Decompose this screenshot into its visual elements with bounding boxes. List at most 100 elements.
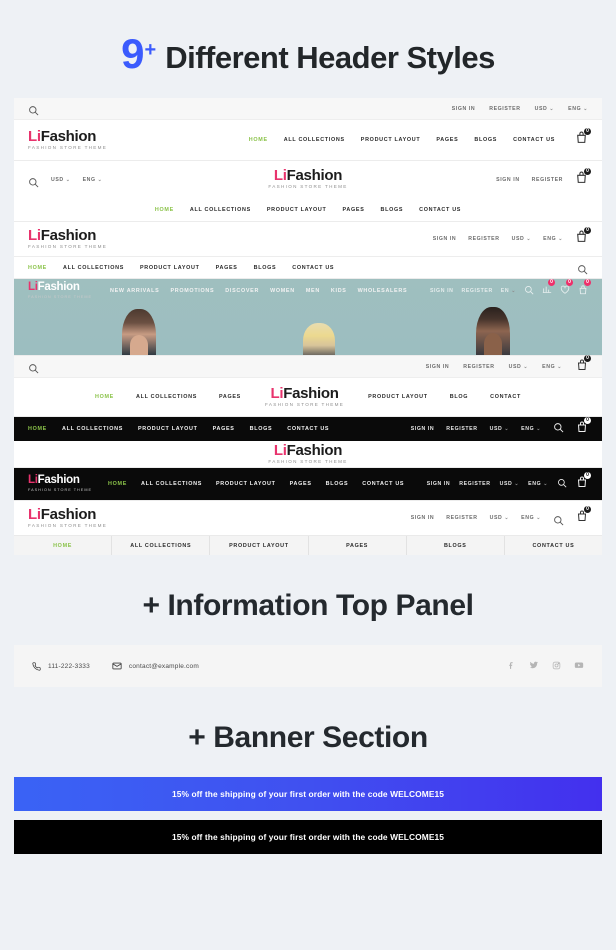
nav-item-blogs[interactable]: BLOGS (326, 481, 349, 487)
currency-selector[interactable]: USD ⌄ (535, 106, 555, 112)
nav-item-pages[interactable]: PAGES (436, 137, 458, 143)
language-selector[interactable]: ENG ⌄ (542, 364, 562, 370)
nav-item-home[interactable]: HOME (155, 207, 174, 213)
nav-item-wholesalers[interactable]: WHOLESALERS (358, 288, 408, 294)
sign-in-link[interactable]: SIGN IN (433, 236, 457, 242)
register-link[interactable]: REGISTER (463, 364, 494, 370)
compare-button[interactable]: 0 (542, 279, 555, 300)
nav-item-new-arrivals[interactable]: NEW ARRIVALS (110, 288, 159, 294)
nav-item-contact-us[interactable]: CONTACT US (362, 481, 404, 487)
search-icon[interactable] (524, 282, 534, 300)
nav-item-pages[interactable]: PAGES (216, 265, 238, 271)
nav-item-all-collections[interactable]: ALL COLLECTIONS (190, 207, 251, 213)
register-link[interactable]: REGISTER (446, 426, 477, 432)
language-selector[interactable]: ENG ⌄ (521, 515, 541, 521)
nav-item-product-layout[interactable]: PRODUCT LAYOUT (216, 481, 276, 487)
sign-in-link[interactable]: SIGN IN (411, 515, 435, 521)
nav-item-contact-us[interactable]: CONTACT US (513, 137, 555, 143)
nav-cell-product-layout[interactable]: PRODUCT LAYOUT (210, 536, 309, 555)
nav-item-home[interactable]: HOME (95, 394, 114, 400)
nav-item-all-collections[interactable]: ALL COLLECTIONS (284, 137, 345, 143)
nav-item-pages[interactable]: PAGES (290, 481, 312, 487)
nav-cell-contact-us[interactable]: CONTACT US (505, 536, 602, 555)
sign-in-link[interactable]: SIGN IN (411, 426, 435, 432)
register-link[interactable]: REGISTER (459, 481, 490, 487)
youtube-icon[interactable] (574, 657, 584, 675)
currency-selector[interactable]: USD ⌄ (512, 236, 532, 242)
nav-item-contact-us[interactable]: CONTACT US (287, 426, 329, 432)
cart-button[interactable]: 0 (576, 506, 591, 527)
nav-item-blogs[interactable]: BLOGS (381, 207, 404, 213)
cart-button[interactable]: 0 (575, 227, 591, 248)
currency-selector[interactable]: USD ⌄ (490, 426, 510, 432)
nav-item-promotions[interactable]: PROMOTIONS (170, 288, 214, 294)
search-icon[interactable] (28, 175, 39, 187)
brand-logo[interactable]: LiFashion FASHION STORE THEME (28, 507, 107, 529)
register-link[interactable]: REGISTER (532, 177, 563, 183)
facebook-icon[interactable] (507, 657, 516, 675)
instagram-icon[interactable] (552, 657, 561, 675)
sign-in-link[interactable]: SIGN IN (496, 177, 520, 183)
cart-button[interactable]: 0 (576, 354, 591, 376)
nav-item-pages[interactable]: PAGES (343, 207, 365, 213)
nav-cell-pages[interactable]: PAGES (309, 536, 407, 555)
currency-selector[interactable]: USD ⌄ (500, 481, 520, 487)
cart-button[interactable]: 0 (575, 168, 591, 189)
nav-item-blogs[interactable]: BLOGS (474, 137, 497, 143)
cart-button[interactable]: 0 (576, 417, 591, 438)
nav-item-blogs[interactable]: BLOGS (254, 265, 277, 271)
nav-item-home[interactable]: HOME (249, 137, 268, 143)
nav-cell-all-collections[interactable]: ALL COLLECTIONS (112, 536, 211, 555)
language-selector[interactable]: ENG ⌄ (83, 177, 103, 183)
register-link[interactable]: REGISTER (461, 288, 492, 294)
search-icon[interactable] (28, 361, 39, 374)
brand-logo[interactable]: LiFashion FASHION STORE THEME (28, 228, 107, 250)
wishlist-button[interactable]: 0 (560, 279, 573, 300)
brand-logo[interactable]: LiFashion FASHION STORE THEME (268, 443, 347, 465)
email-info[interactable]: contact@example.com (112, 661, 199, 671)
cart-button[interactable]: 0 (576, 472, 591, 493)
twitter-icon[interactable] (529, 657, 539, 675)
nav-item-all-collections[interactable]: ALL COLLECTIONS (62, 426, 123, 432)
language-selector[interactable]: ENG ⌄ (543, 236, 563, 242)
nav-item-home[interactable]: HOME (28, 426, 47, 432)
cart-button[interactable]: 0 (575, 128, 591, 149)
phone-info[interactable]: 111-222-3333 (32, 661, 90, 671)
nav-item-product-layout[interactable]: PRODUCT LAYOUT (140, 265, 200, 271)
nav-item-blogs[interactable]: BLOGS (250, 426, 273, 432)
search-icon[interactable] (28, 103, 39, 116)
nav-item-product-layout[interactable]: PRODUCT LAYOUT (138, 426, 198, 432)
brand-logo[interactable]: LiFashion FASHION STORE THEME (28, 475, 92, 492)
nav-item-product-layout[interactable]: PRODUCT LAYOUT (368, 394, 428, 400)
nav-item-all-collections[interactable]: ALL COLLECTIONS (63, 265, 124, 271)
nav-item-all-collections[interactable]: ALL COLLECTIONS (136, 394, 197, 400)
currency-selector[interactable]: USD ⌄ (509, 364, 529, 370)
nav-item-home[interactable]: HOME (108, 481, 127, 487)
sign-in-link[interactable]: SIGN IN (427, 481, 451, 487)
nav-item-contact-us[interactable]: CONTACT US (419, 207, 461, 213)
sign-in-link[interactable]: SIGN IN (426, 364, 450, 370)
search-icon[interactable] (557, 475, 567, 493)
currency-selector[interactable]: USD ⌄ (490, 515, 510, 521)
language-selector[interactable]: ENG ⌄ (521, 426, 541, 432)
search-icon[interactable] (577, 262, 588, 275)
currency-selector[interactable]: USD ⌄ (51, 177, 71, 183)
brand-logo[interactable]: LiFashion FASHION STORE THEME (28, 282, 92, 299)
nav-item-women[interactable]: WOMEN (270, 288, 295, 294)
nav-item-men[interactable]: MEN (306, 288, 320, 294)
promo-banner-black[interactable]: 15% off the shipping of your first order… (14, 820, 602, 854)
sign-in-link[interactable]: SIGN IN (430, 288, 454, 294)
brand-logo[interactable]: LiFashion FASHION STORE THEME (268, 168, 347, 190)
nav-item-pages[interactable]: PAGES (213, 426, 235, 432)
promo-banner-blue[interactable]: 15% off the shipping of your first order… (14, 777, 602, 811)
register-link[interactable]: REGISTER (489, 106, 520, 112)
nav-item-home[interactable]: HOME (28, 265, 47, 271)
cart-button[interactable]: 0 (578, 279, 591, 300)
nav-item-blog[interactable]: BLOG (450, 394, 468, 400)
nav-item-contact[interactable]: CONTACT (490, 394, 521, 400)
search-icon[interactable] (553, 513, 564, 525)
language-selector[interactable]: ENG ⌄ (568, 106, 588, 112)
language-selector[interactable]: ENG ⌄ (528, 481, 548, 487)
register-link[interactable]: REGISTER (446, 515, 477, 521)
sign-in-link[interactable]: SIGN IN (452, 106, 476, 112)
